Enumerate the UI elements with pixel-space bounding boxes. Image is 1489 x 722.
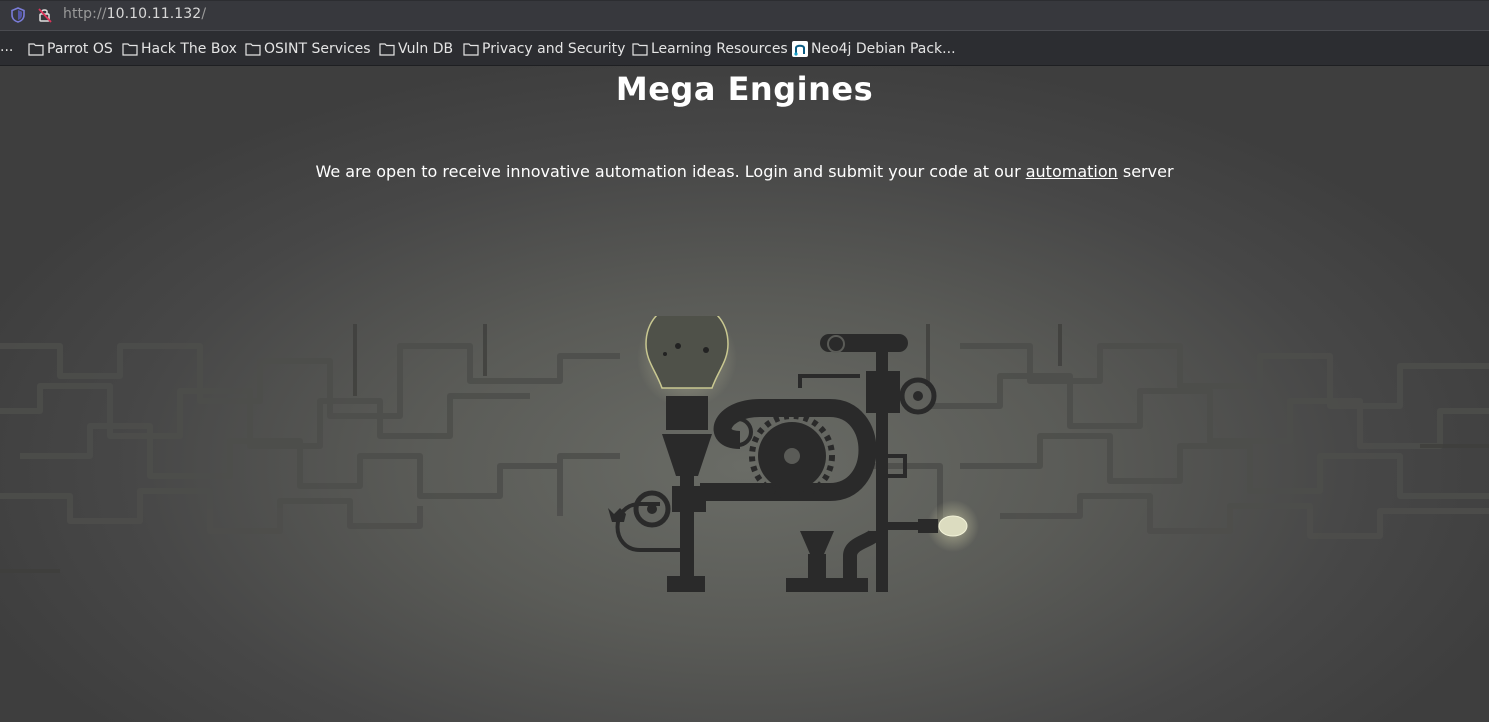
intro-text-before: We are open to receive innovative automa… (315, 162, 1026, 181)
bookmark-learning-resources[interactable]: Learning Resources (632, 40, 788, 58)
bookmark-privacy-and-security[interactable]: Privacy and Security (463, 40, 625, 58)
bookmarks-toolbar: ... Parrot OS Hack The Box OSINT Service… (0, 31, 1489, 66)
folder-icon (122, 43, 138, 56)
machine-illustration (0, 316, 1489, 592)
neo4j-favicon-icon (792, 41, 808, 57)
folder-icon (28, 43, 44, 56)
tracking-protection-shield-icon[interactable] (9, 6, 27, 24)
insecure-lock-icon[interactable] (36, 6, 54, 24)
light-bulb-icon (645, 316, 729, 389)
folder-icon (245, 43, 261, 56)
page-title: Mega Engines (615, 70, 874, 108)
intro-text: We are open to receive innovative automa… (0, 162, 1489, 181)
small-bulb-icon (918, 515, 968, 537)
bookmark-label: OSINT Services (264, 41, 371, 57)
url-host: 10.10.11.132 (106, 6, 202, 22)
bookmarks-overflow[interactable]: ... (0, 39, 13, 55)
bookmark-label: Neo4j Debian Pack... (811, 41, 956, 57)
bookmark-hack-the-box[interactable]: Hack The Box (122, 40, 237, 58)
url-path: / (201, 6, 207, 22)
url-text[interactable]: http://10.10.11.132/ (63, 6, 206, 22)
bookmark-label: Hack The Box (141, 41, 237, 57)
bookmark-label: Parrot OS (47, 41, 113, 57)
folder-icon (632, 43, 648, 56)
intro-text-after: server (1117, 162, 1174, 181)
folder-icon (463, 43, 479, 56)
folder-icon (379, 43, 395, 56)
bookmark-label: Privacy and Security (482, 41, 626, 57)
bookmark-label: Vuln DB (398, 41, 454, 57)
page-content: Mega Engines We are open to receive inno… (0, 66, 1489, 722)
bookmark-neo4j-debian-pack[interactable]: Neo4j Debian Pack... (792, 40, 956, 58)
url-bar: http://10.10.11.132/ (0, 0, 1489, 31)
bookmark-parrot-os[interactable]: Parrot OS (28, 40, 113, 58)
bookmark-vuln-db[interactable]: Vuln DB (379, 40, 453, 58)
automation-link[interactable]: automation (1026, 162, 1118, 181)
bookmark-osint-services[interactable]: OSINT Services (245, 40, 371, 58)
bookmark-label: Learning Resources (651, 41, 788, 57)
url-scheme: http:// (63, 6, 107, 22)
address-field[interactable] (0, 1, 1489, 31)
